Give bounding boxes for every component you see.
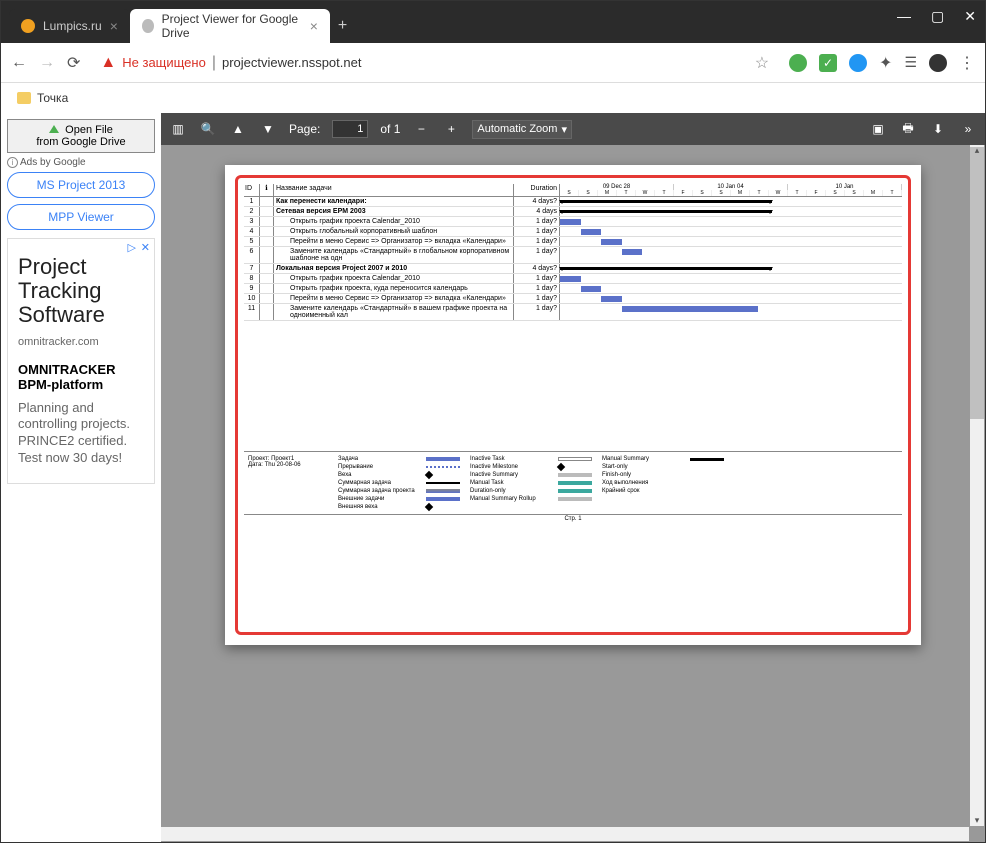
folder-icon [17,92,31,104]
reading-list-icon[interactable]: ☰ [904,54,917,71]
ad-title: Project Tracking Software [18,255,144,328]
page-label: Page: [289,122,320,136]
col-header-duration: Duration [514,184,560,196]
zoom-in-icon[interactable]: + [442,120,460,138]
ad-link-ms-project[interactable]: MS Project 2013 [7,172,155,198]
tab-project-viewer[interactable]: Project Viewer for Google Drive × [130,9,330,43]
warning-icon: ▲ [100,54,116,72]
minimize-icon[interactable]: — [897,8,911,25]
pdf-canvas[interactable]: ID ℹ Название задачи Duration 09 Dec 281… [161,145,985,842]
new-tab-button[interactable]: + [330,9,355,43]
bookmark-item[interactable]: Точка [37,91,68,105]
gantt-row: 7Локальная версия Project 2007 и 20104 d… [244,264,902,274]
ads-label: i Ads by Google [7,157,155,168]
close-icon[interactable]: × [110,18,118,34]
ad-body: Planning and controlling projects. PRINC… [18,400,144,468]
col-header-info: ℹ [260,184,274,196]
page-down-icon[interactable]: ▼ [259,120,277,138]
favicon-icon [142,19,154,33]
col-header-name: Название задачи [274,184,514,196]
ad-domain: omnitracker.com [18,336,144,348]
address-bar: ← → ⟳ ▲ Не защищено | projectviewer.nssp… [1,43,985,83]
back-button[interactable]: ← [11,54,27,72]
security-status: Не защищено [122,55,206,70]
gantt-chart: ID ℹ Название задачи Duration 09 Dec 281… [244,184,902,522]
print-icon[interactable]: 🖶 [899,120,917,138]
ad-link-mpp-viewer[interactable]: MPP Viewer [7,204,155,230]
maximize-icon[interactable]: ▢ [931,8,944,25]
forward-button[interactable]: → [39,54,55,72]
profile-avatar[interactable] [929,54,947,72]
gantt-row: 6Замените календарь «Стандартный» в глоб… [244,247,902,264]
gantt-row: 3Открыть график проекта Calendar_20101 d… [244,217,902,227]
timeline-header: 09 Dec 2810 Jan 0410 Jan SSMTWTFSSMTWTFS… [560,184,902,196]
close-window-icon[interactable]: ✕ [964,8,976,25]
horizontal-scrollbar[interactable] [161,827,969,841]
drive-icon [49,125,59,133]
tab-title: Project Viewer for Google Drive [162,12,302,40]
vertical-scrollbar[interactable]: ▴ ▾ [970,145,984,826]
col-header-id: ID [244,184,260,196]
open-file-button[interactable]: Open File from Google Drive [7,119,155,153]
ad-close-icon[interactable]: ✕ [141,241,150,254]
gantt-row: 10Перейти в меню Сервис => Организатор =… [244,294,902,304]
display-ad[interactable]: ▷ ✕ Project Tracking Software omnitracke… [7,238,155,484]
menu-icon[interactable]: ⋮ [959,53,975,73]
page-number-input[interactable] [332,120,368,138]
close-icon[interactable]: × [310,18,318,34]
extension-icon[interactable] [849,54,867,72]
tab-title: Lumpics.ru [43,19,102,33]
extension-icon[interactable] [789,54,807,72]
extension-icon[interactable]: ✓ [819,54,837,72]
url-input[interactable]: ▲ Не защищено | projectviewer.nsspot.net… [92,49,777,77]
gantt-row: 8Открыть график проекта Calendar_20101 d… [244,274,902,284]
zoom-select[interactable]: Automatic Zoom ▾ [472,120,572,139]
extensions-menu-icon[interactable]: ✦ [879,53,892,73]
pdf-page: ID ℹ Название задачи Duration 09 Dec 281… [225,165,921,645]
page-total: of 1 [380,122,400,136]
gantt-row: 4Открыть глобальный корпоративный шаблон… [244,227,902,237]
info-icon[interactable]: i [7,157,18,168]
left-sidebar: Open File from Google Drive i Ads by Goo… [1,113,161,842]
browser-tab-strip: Lumpics.ru × Project Viewer for Google D… [1,1,985,43]
presentation-icon[interactable]: ▣ [869,120,887,138]
bookmarks-bar: Точка [1,83,985,113]
highlight-border: ID ℹ Название задачи Duration 09 Dec 281… [235,175,911,635]
gantt-row: 2Сетевая версия EPM 20034 days [244,207,902,217]
favicon-icon [21,19,35,33]
url-text: projectviewer.nsspot.net [222,55,361,70]
gantt-row: 11Замените календарь «Стандартный» в ваш… [244,304,902,321]
gantt-legend: Проект: Проект1 Дата: Thu 20-08-06 Задач… [244,451,902,514]
gantt-row: 9Открыть график проекта, куда переноситс… [244,284,902,294]
ad-subtitle: OMNITRACKER BPM-platform [18,362,144,392]
download-icon[interactable]: ⬇ [929,120,947,138]
gantt-row: 1Как перенести календари:4 days? [244,197,902,207]
tools-icon[interactable]: » [959,120,977,138]
ad-info-icon[interactable]: ▷ [128,241,136,254]
pdf-viewer: ▥ 🔍 ▲ ▼ Page: of 1 − + Automatic Zoom ▾ … [161,113,985,842]
chevron-down-icon: ▾ [561,123,567,136]
zoom-out-icon[interactable]: − [412,120,430,138]
search-icon[interactable]: 🔍 [199,120,217,138]
page-up-icon[interactable]: ▲ [229,120,247,138]
reload-button[interactable]: ⟳ [67,53,80,73]
sidebar-toggle-icon[interactable]: ▥ [169,120,187,138]
bookmark-star-icon[interactable]: ☆ [755,53,769,73]
pdf-toolbar: ▥ 🔍 ▲ ▼ Page: of 1 − + Automatic Zoom ▾ … [161,113,985,145]
tab-lumpics[interactable]: Lumpics.ru × [9,9,130,43]
gantt-row: 5Перейти в меню Сервис => Организатор =>… [244,237,902,247]
page-footer: Стр. 1 [244,514,902,522]
